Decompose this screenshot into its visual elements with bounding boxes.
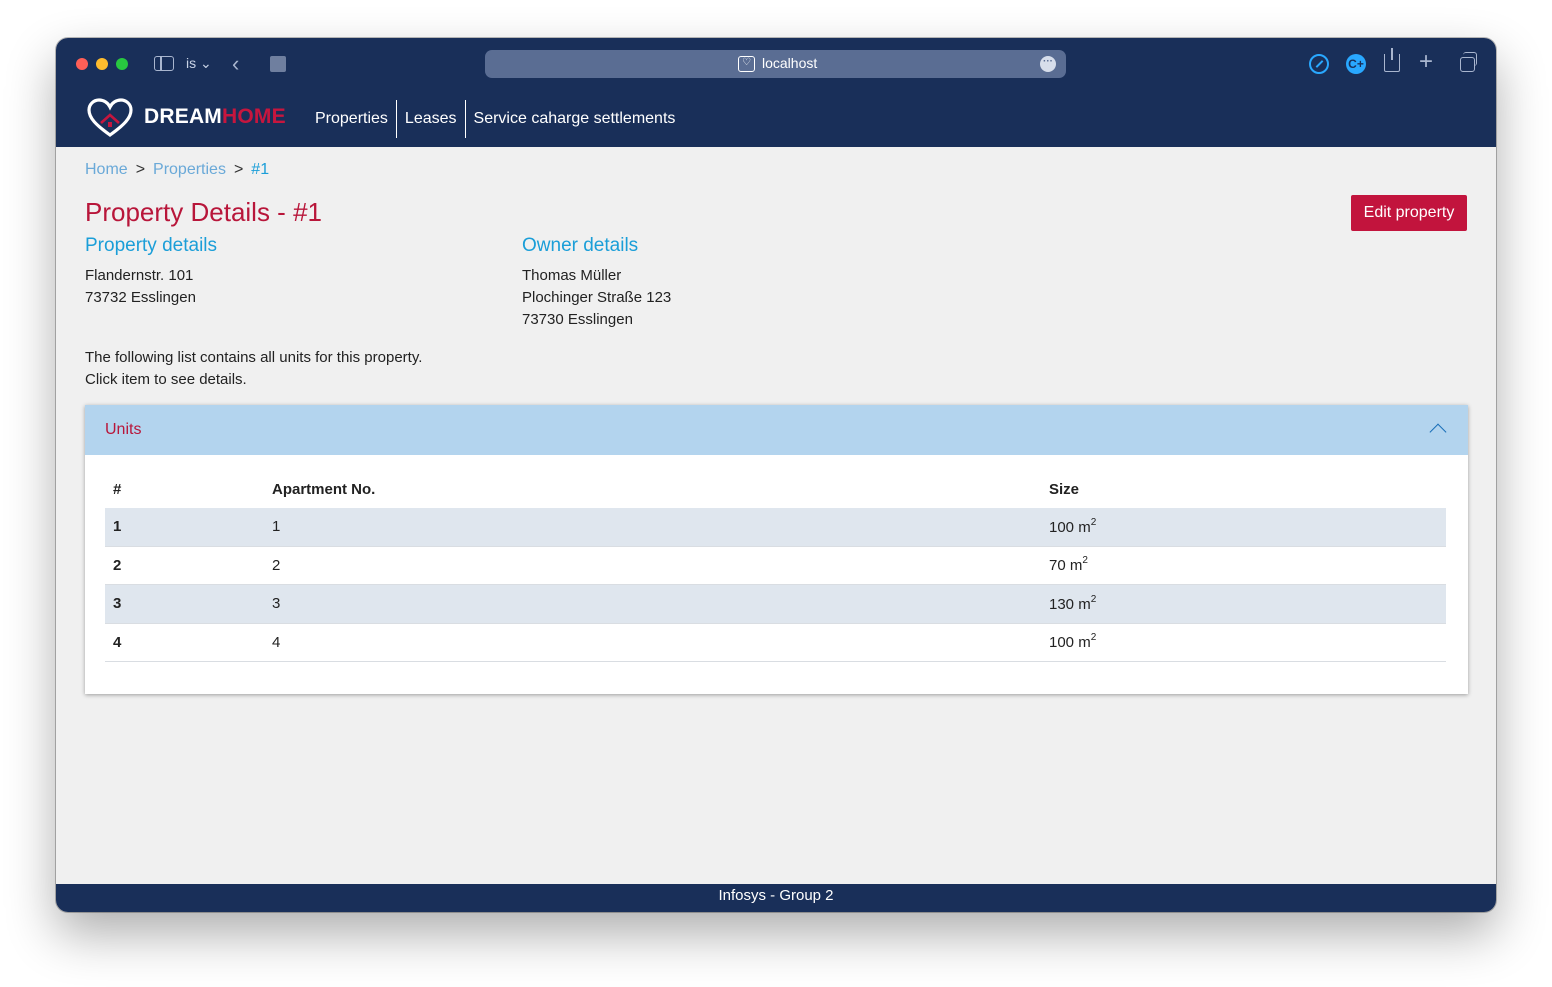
breadcrumb-separator: > — [135, 161, 146, 178]
table-row[interactable]: 4 4 100 m2 — [105, 624, 1446, 662]
main-content: Home > Properties > #1 Property Details … — [56, 147, 1496, 884]
browser-window: is ⌄ ‹ ♡ localhost ··· C+ + DREAMHOME Pr… — [56, 38, 1496, 912]
extension-icon[interactable]: C+ — [1346, 54, 1366, 74]
page-title: Property Details - #1 — [85, 197, 322, 227]
property-street: Flandernstr. 101 — [85, 267, 194, 284]
unit-apartment: 3 — [272, 595, 281, 613]
unit-size: 130 m2 — [1049, 593, 1097, 613]
owner-name: Thomas Müller — [522, 267, 622, 284]
tab-group-icon[interactable] — [270, 56, 286, 72]
owner-details-heading: Owner details — [522, 235, 639, 256]
breadcrumb-home-link[interactable]: Home — [85, 161, 128, 179]
address-bar[interactable]: ♡ localhost ··· — [485, 50, 1066, 78]
unit-size: 100 m2 — [1049, 632, 1097, 652]
table-row[interactable]: 1 1 100 m2 — [105, 508, 1446, 547]
units-panel-title: Units — [105, 421, 142, 438]
unit-size-value: 70 — [1049, 557, 1066, 575]
page-menu-icon[interactable]: ··· — [1040, 56, 1056, 72]
table-header-row: # Apartment No. Size — [105, 471, 1446, 508]
breadcrumb-current: #1 — [251, 161, 270, 178]
units-panel: Units # Apartment No. Size 1 1 100 m2 2 … — [85, 405, 1468, 694]
unit-apartment: 4 — [272, 633, 281, 651]
chevron-up-icon[interactable] — [1429, 423, 1447, 441]
owner-street: Plochinger Straße 123 — [522, 289, 672, 306]
property-address: Flandernstr. 101 73732 Esslingen — [85, 265, 196, 309]
unit-size-exponent: 2 — [1082, 555, 1088, 567]
unit-size-unit: m — [1078, 595, 1091, 613]
unit-size-unit: m — [1069, 557, 1083, 575]
edit-property-button[interactable]: Edit property — [1351, 195, 1467, 231]
breadcrumb: Home > Properties > #1 — [85, 161, 269, 179]
nav-leases[interactable]: Leases — [397, 100, 465, 138]
unit-size-exponent: 2 — [1090, 632, 1097, 644]
column-header-size: Size — [1049, 481, 1080, 498]
units-intro-text: The following list contains all units fo… — [85, 347, 422, 391]
browser-titlebar: is ⌄ ‹ ♡ localhost ··· C+ + — [56, 38, 1496, 90]
unit-size-value: 100 — [1049, 518, 1075, 536]
column-header-apartment: Apartment No. — [272, 481, 376, 498]
table-row[interactable]: 2 2 70 m2 — [105, 547, 1446, 585]
brand-logo-text[interactable]: DREAMHOME — [144, 105, 286, 129]
new-tab-icon[interactable]: + — [1419, 48, 1433, 76]
nav-properties[interactable]: Properties — [307, 100, 396, 138]
column-header-id: # — [113, 481, 122, 498]
site-favicon-icon: ♡ — [738, 56, 755, 72]
close-window-button[interactable] — [76, 58, 88, 70]
main-nav: Properties Leases Service caharge settle… — [307, 100, 683, 138]
units-panel-header[interactable]: Units — [85, 405, 1468, 455]
compass-extension-icon[interactable] — [1309, 54, 1329, 74]
intro-line-1: The following list contains all units fo… — [85, 349, 423, 366]
owner-address: Thomas Müller Plochinger Straße 123 7373… — [522, 265, 671, 331]
unit-id: 1 — [113, 518, 122, 536]
table-row[interactable]: 3 3 130 m2 — [105, 585, 1446, 624]
page-footer: Infosys - Group 2 — [56, 884, 1496, 912]
share-icon[interactable] — [1384, 48, 1400, 72]
logo-dream-text: DREAM — [144, 105, 222, 128]
owner-city: 73730 Esslingen — [522, 311, 633, 328]
url-text[interactable]: localhost — [762, 55, 817, 71]
breadcrumb-separator: > — [233, 161, 244, 178]
intro-line-2: Click item to see details. — [85, 371, 247, 388]
back-arrow-icon[interactable]: ‹ — [232, 51, 239, 77]
unit-id: 3 — [113, 595, 122, 613]
minimize-window-button[interactable] — [96, 58, 108, 70]
unit-size-unit: m — [1078, 518, 1091, 536]
unit-apartment: 2 — [272, 556, 281, 574]
profile-selector[interactable]: is ⌄ — [186, 55, 212, 72]
property-details-heading: Property details — [85, 235, 218, 256]
unit-size-value: 130 — [1049, 595, 1075, 613]
tab-overview-icon[interactable] — [1460, 52, 1477, 72]
unit-size-unit: m — [1078, 634, 1091, 652]
fullscreen-window-button[interactable] — [116, 58, 128, 70]
breadcrumb-properties-link[interactable]: Properties — [153, 161, 226, 179]
unit-apartment: 1 — [272, 518, 281, 536]
unit-id: 2 — [113, 556, 122, 574]
unit-size: 70 m2 — [1049, 555, 1088, 575]
unit-size-exponent: 2 — [1090, 593, 1097, 605]
app-navbar: DREAMHOME Properties Leases Service caha… — [56, 90, 1496, 147]
nav-service-charge-settlements[interactable]: Service caharge settlements — [466, 100, 684, 138]
units-table: # Apartment No. Size 1 1 100 m2 2 2 70 m… — [105, 471, 1446, 662]
unit-size-value: 100 — [1049, 634, 1075, 652]
property-city: 73732 Esslingen — [85, 289, 196, 306]
unit-id: 4 — [113, 633, 122, 651]
logo-home-text: HOME — [222, 105, 286, 128]
unit-size: 100 m2 — [1049, 516, 1097, 536]
sidebar-toggle-icon[interactable] — [154, 56, 174, 71]
heart-house-logo-icon[interactable] — [86, 98, 134, 138]
unit-size-exponent: 2 — [1090, 516, 1097, 528]
